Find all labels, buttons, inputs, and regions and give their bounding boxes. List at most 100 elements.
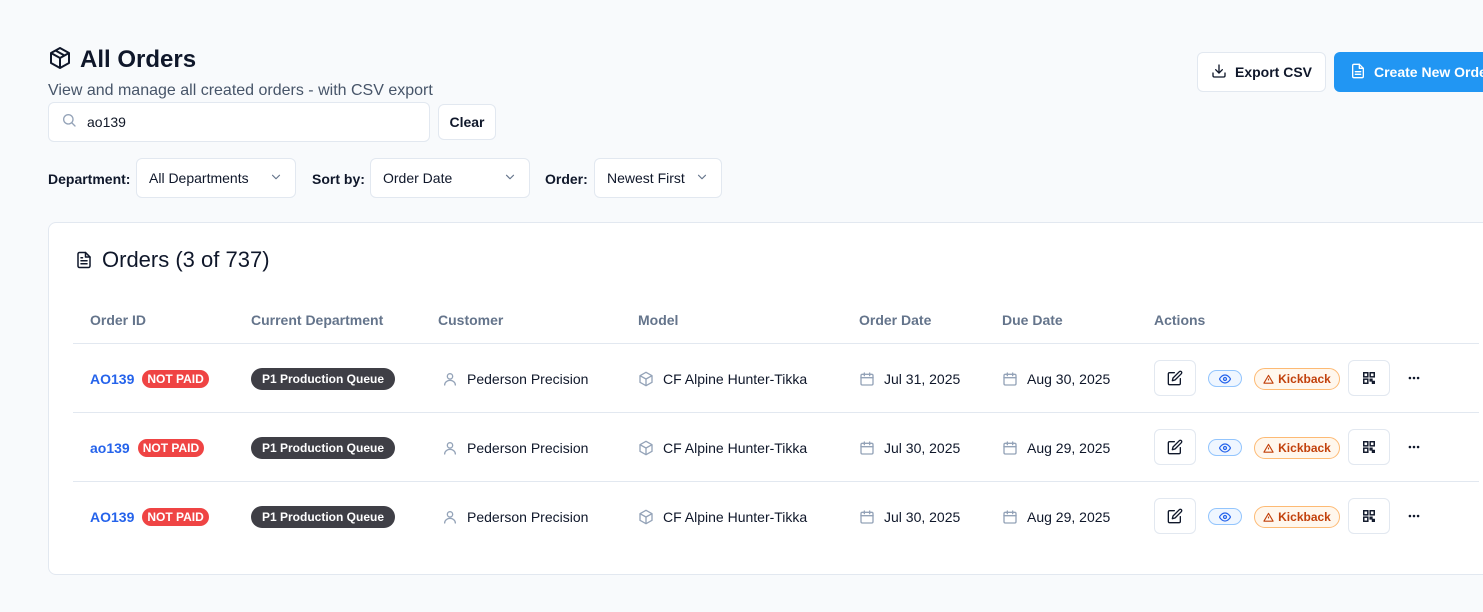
due-date: Aug 30, 2025 xyxy=(1027,370,1111,387)
more-actions-button[interactable] xyxy=(1404,437,1424,457)
qr-code-button[interactable] xyxy=(1348,429,1390,465)
warning-icon xyxy=(1263,374,1274,384)
department-filter-label: Department: xyxy=(48,171,131,187)
chevron-down-icon xyxy=(503,170,517,187)
department-badge: P1 Production Queue xyxy=(251,436,396,459)
model-name: CF Alpine Hunter-Tikka xyxy=(663,370,808,387)
warning-icon xyxy=(1263,443,1274,453)
customer-name: Pederson Precision xyxy=(467,508,589,525)
column-header-order-date[interactable]: Order Date xyxy=(859,312,931,328)
edit-icon xyxy=(1167,370,1183,386)
file-icon xyxy=(1350,63,1366,82)
order-direction-select-value: Newest First xyxy=(607,170,685,186)
export-csv-button[interactable]: Export CSV xyxy=(1197,52,1326,92)
clear-button[interactable]: Clear xyxy=(438,104,496,140)
order-direction-label: Order: xyxy=(545,171,588,187)
chevron-down-icon xyxy=(695,170,709,187)
order-id-link[interactable]: ao139 xyxy=(90,440,130,456)
export-csv-label: Export CSV xyxy=(1234,64,1312,80)
department-badge: P1 Production Queue xyxy=(251,505,396,528)
edit-button[interactable] xyxy=(1154,429,1196,465)
order-id-link[interactable]: AO139 xyxy=(90,371,134,387)
column-header-current-department[interactable]: Current Department xyxy=(251,312,383,328)
calendar-icon xyxy=(860,440,874,455)
model-name: CF Alpine Hunter-Tikka xyxy=(663,439,808,456)
edit-icon xyxy=(1167,439,1183,455)
download-icon xyxy=(1211,63,1227,82)
calendar-icon xyxy=(1003,440,1017,455)
sort-by-select-value: Order Date xyxy=(383,170,453,186)
search-input[interactable] xyxy=(87,114,407,130)
department-select[interactable]: All Departments xyxy=(136,158,296,198)
orders-card: Orders (3 of 737) Order ID Current Depar… xyxy=(48,222,1483,575)
box-icon xyxy=(639,440,653,455)
calendar-icon xyxy=(1003,509,1017,524)
create-new-order-button[interactable]: Create New Order xyxy=(1334,52,1483,92)
eye-icon xyxy=(1219,373,1231,384)
calendar-icon xyxy=(1003,371,1017,386)
column-header-due-date[interactable]: Due Date xyxy=(1002,312,1063,328)
more-horizontal-icon xyxy=(1408,514,1420,518)
search-icon xyxy=(61,112,77,133)
column-header-actions: Actions xyxy=(1154,312,1206,328)
box-icon xyxy=(639,371,653,386)
column-header-model[interactable]: Model xyxy=(638,312,678,328)
due-date: Aug 29, 2025 xyxy=(1027,439,1111,456)
orders-card-title: Orders (3 of 737) xyxy=(102,247,270,272)
more-actions-button[interactable] xyxy=(1404,368,1424,388)
table-row: AO139 NOT PAID P1 Production Queue Peder… xyxy=(73,343,1479,412)
order-date: Jul 30, 2025 xyxy=(884,439,961,456)
department-select-value: All Departments xyxy=(149,170,249,186)
edit-button[interactable] xyxy=(1154,498,1196,534)
order-id-link[interactable]: AO139 xyxy=(90,509,134,525)
box-icon xyxy=(639,509,653,524)
edit-button[interactable] xyxy=(1154,360,1196,396)
warning-icon xyxy=(1263,512,1274,522)
qr-code-button[interactable] xyxy=(1348,360,1390,396)
column-header-customer[interactable]: Customer xyxy=(438,312,503,328)
search-box xyxy=(48,102,430,142)
document-icon xyxy=(75,251,93,269)
order-date: Jul 30, 2025 xyxy=(884,508,961,525)
more-horizontal-icon xyxy=(1408,445,1420,449)
not-paid-badge: NOT PAID xyxy=(142,369,209,388)
create-new-order-label: Create New Order xyxy=(1374,64,1483,80)
sort-by-label: Sort by: xyxy=(312,171,365,187)
customer-name: Pederson Precision xyxy=(467,439,589,456)
page-title: All Orders xyxy=(80,46,197,73)
kickback-button[interactable]: Kickback xyxy=(1254,368,1340,390)
column-header-order-id[interactable]: Order ID xyxy=(90,312,146,328)
user-icon xyxy=(444,372,456,386)
sort-by-select[interactable]: Order Date xyxy=(370,158,530,198)
eye-icon xyxy=(1219,511,1231,522)
customer-name: Pederson Precision xyxy=(467,370,589,387)
kickback-label: Kickback xyxy=(1278,510,1331,524)
edit-icon xyxy=(1167,508,1183,524)
user-icon xyxy=(444,510,456,524)
qr-code-button[interactable] xyxy=(1348,498,1390,534)
table-row: ao139 NOT PAID P1 Production Queue Peder… xyxy=(73,412,1479,481)
page-subtitle: View and manage all created orders - wit… xyxy=(48,82,433,99)
not-paid-badge: NOT PAID xyxy=(137,438,205,457)
package-icon xyxy=(48,46,72,70)
kickback-label: Kickback xyxy=(1278,372,1331,386)
due-date: Aug 29, 2025 xyxy=(1027,508,1111,525)
model-name: CF Alpine Hunter-Tikka xyxy=(663,508,808,525)
kickback-button[interactable]: Kickback xyxy=(1254,506,1340,528)
order-date: Jul 31, 2025 xyxy=(884,370,961,387)
order-direction-select[interactable]: Newest First xyxy=(594,158,722,198)
more-actions-button[interactable] xyxy=(1404,506,1424,526)
view-button[interactable] xyxy=(1208,370,1242,387)
chevron-down-icon xyxy=(269,170,283,187)
calendar-icon xyxy=(860,371,874,386)
not-paid-badge: NOT PAID xyxy=(142,507,209,526)
kickback-button[interactable]: Kickback xyxy=(1254,437,1340,459)
table-row: AO139 NOT PAID P1 Production Queue Peder… xyxy=(73,481,1479,550)
user-icon xyxy=(444,441,456,455)
view-button[interactable] xyxy=(1208,439,1242,456)
eye-icon xyxy=(1219,442,1231,453)
kickback-label: Kickback xyxy=(1278,441,1331,455)
qr-code-icon xyxy=(1363,441,1375,453)
more-horizontal-icon xyxy=(1408,376,1420,380)
view-button[interactable] xyxy=(1208,508,1242,525)
